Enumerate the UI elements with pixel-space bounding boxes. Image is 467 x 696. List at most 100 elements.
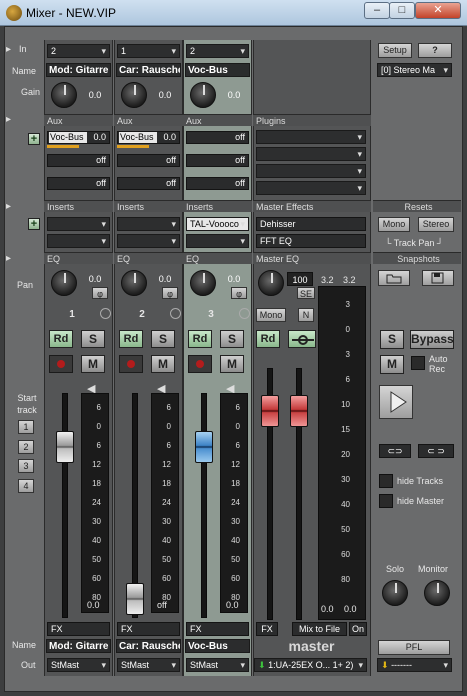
auto-rec-checkbox[interactable]: [411, 356, 425, 370]
input-select[interactable]: 2: [47, 44, 110, 58]
aux-send[interactable]: off: [186, 177, 249, 190]
plugin-slot-4[interactable]: [256, 181, 366, 195]
master-link-button[interactable]: [288, 330, 316, 348]
insert-slot-2[interactable]: [186, 234, 249, 248]
phase-invert-button[interactable]: φ: [92, 287, 108, 299]
aux-send[interactable]: off: [186, 154, 249, 167]
fx-button[interactable]: FX: [186, 622, 249, 636]
insert-slot-2[interactable]: [47, 234, 110, 248]
gain-knob[interactable]: [121, 82, 147, 108]
pan-knob[interactable]: [121, 270, 147, 296]
hide-tracks-checkbox[interactable]: [379, 474, 393, 488]
phase-invert-button[interactable]: φ: [231, 287, 247, 299]
master-fx-button[interactable]: FX: [256, 622, 278, 636]
track-name[interactable]: Mod: Gitarre: [46, 63, 111, 77]
mix-to-file-on-button[interactable]: On: [349, 622, 367, 636]
plugin-slot-1[interactable]: [256, 130, 366, 144]
output-select[interactable]: StMast: [47, 658, 110, 672]
pfl-button[interactable]: PFL: [378, 640, 450, 655]
input-select[interactable]: 2: [186, 44, 249, 58]
record-arm-button[interactable]: [119, 355, 143, 373]
mute-button[interactable]: M: [220, 355, 244, 373]
mix-to-file-button[interactable]: Mix to File: [292, 622, 347, 636]
channel-settings-icon[interactable]: [170, 308, 181, 319]
bypass-button[interactable]: Bypass: [410, 330, 454, 349]
solo-button[interactable]: S: [81, 330, 105, 348]
reset-mono-button[interactable]: Mono: [378, 217, 410, 232]
aux-send[interactable]: off: [117, 177, 180, 190]
mute-button[interactable]: M: [81, 355, 105, 373]
input-select[interactable]: 1: [117, 44, 180, 58]
master-fader-right[interactable]: [290, 395, 308, 427]
fx-button[interactable]: FX: [117, 622, 180, 636]
add-insert-button[interactable]: +: [28, 218, 40, 230]
output-select[interactable]: StMast: [117, 658, 180, 672]
aux-send[interactable]: off: [47, 177, 110, 190]
snapshot-open-button[interactable]: [378, 270, 410, 286]
start-track-4-button[interactable]: 4: [18, 479, 34, 493]
master-rd-button[interactable]: Rd: [256, 330, 280, 348]
aux-send[interactable]: Voc-Bus 0.0: [47, 131, 110, 144]
solo-volume-knob[interactable]: [382, 580, 408, 606]
volume-fader[interactable]: [195, 431, 213, 463]
gain-knob[interactable]: [51, 82, 77, 108]
master-mono-button[interactable]: Mono: [256, 308, 286, 322]
track-name-bottom[interactable]: Voc-Bus: [185, 639, 250, 653]
master-effect-fft-eq[interactable]: FFT EQ: [256, 234, 366, 248]
track-name-bottom[interactable]: Car: Rausche: [116, 639, 181, 653]
insert-slot-2[interactable]: [117, 234, 180, 248]
monitor-volume-knob[interactable]: [424, 580, 450, 606]
track-name-bottom[interactable]: Mod: Gitarre: [46, 639, 111, 653]
start-track-3-button[interactable]: 3: [18, 459, 34, 473]
gain-knob[interactable]: [190, 82, 216, 108]
record-arm-button[interactable]: [49, 355, 73, 373]
setup-button[interactable]: Setup: [378, 43, 412, 58]
fx-button[interactable]: FX: [47, 622, 110, 636]
insert-slot-1[interactable]: [47, 217, 110, 231]
mute-button[interactable]: M: [151, 355, 175, 373]
record-ready-button[interactable]: Rd: [119, 330, 143, 348]
pan-knob[interactable]: [190, 270, 216, 296]
channel-settings-icon[interactable]: [100, 308, 111, 319]
aux-expand-toggle[interactable]: [6, 114, 11, 125]
eq-expand-toggle[interactable]: [6, 253, 11, 264]
monitor-output-select[interactable]: ⬇ -------: [377, 658, 452, 672]
plugin-slot-2[interactable]: [256, 147, 366, 161]
insert-slot-1[interactable]: TAL-Voooco: [186, 217, 249, 231]
maximize-button[interactable]: □: [389, 2, 415, 19]
record-ready-button[interactable]: Rd: [188, 330, 212, 348]
pan-knob[interactable]: [51, 270, 77, 296]
master-n-button[interactable]: N: [298, 308, 314, 322]
global-solo-button[interactable]: S: [380, 330, 404, 349]
aux-send[interactable]: off: [117, 154, 180, 167]
plugin-slot-3[interactable]: [256, 164, 366, 178]
start-track-2-button[interactable]: 2: [18, 440, 34, 454]
master-output-select[interactable]: ⬇ 1:UA-25EX O... 1+ 2): [254, 658, 367, 672]
start-track-1-button[interactable]: 1: [18, 420, 34, 434]
play-button[interactable]: [379, 385, 413, 419]
global-mute-button[interactable]: M: [380, 355, 404, 374]
solo-button[interactable]: S: [151, 330, 175, 348]
aux-send[interactable]: off: [47, 154, 110, 167]
snapshot-save-button[interactable]: [422, 270, 454, 286]
inserts-expand-toggle[interactable]: [6, 201, 11, 212]
master-pan-knob[interactable]: [258, 270, 284, 296]
unlink-tracks-button[interactable]: ⊂ ⊃: [418, 444, 454, 458]
record-ready-button[interactable]: Rd: [49, 330, 73, 348]
track-name[interactable]: Car: Rausche: [116, 63, 181, 77]
master-se-button[interactable]: SE: [297, 287, 315, 299]
minimize-button[interactable]: –: [364, 2, 390, 19]
aux-send[interactable]: off: [186, 131, 249, 144]
track-name[interactable]: Voc-Bus: [185, 63, 250, 77]
solo-button[interactable]: S: [220, 330, 244, 348]
help-button[interactable]: ?: [418, 43, 452, 58]
reset-stereo-button[interactable]: Stereo: [418, 217, 454, 232]
output-select[interactable]: StMast: [186, 658, 249, 672]
link-tracks-button[interactable]: ⊂⊃: [379, 444, 411, 458]
aux-send[interactable]: Voc-Bus 0.0: [117, 131, 180, 144]
master-effect-dehisser[interactable]: Dehisser: [256, 217, 366, 231]
volume-fader[interactable]: [126, 583, 144, 615]
stereo-master-select[interactable]: [0] Stereo Ma: [377, 63, 452, 77]
volume-fader[interactable]: [56, 431, 74, 463]
add-aux-button[interactable]: +: [28, 133, 40, 145]
